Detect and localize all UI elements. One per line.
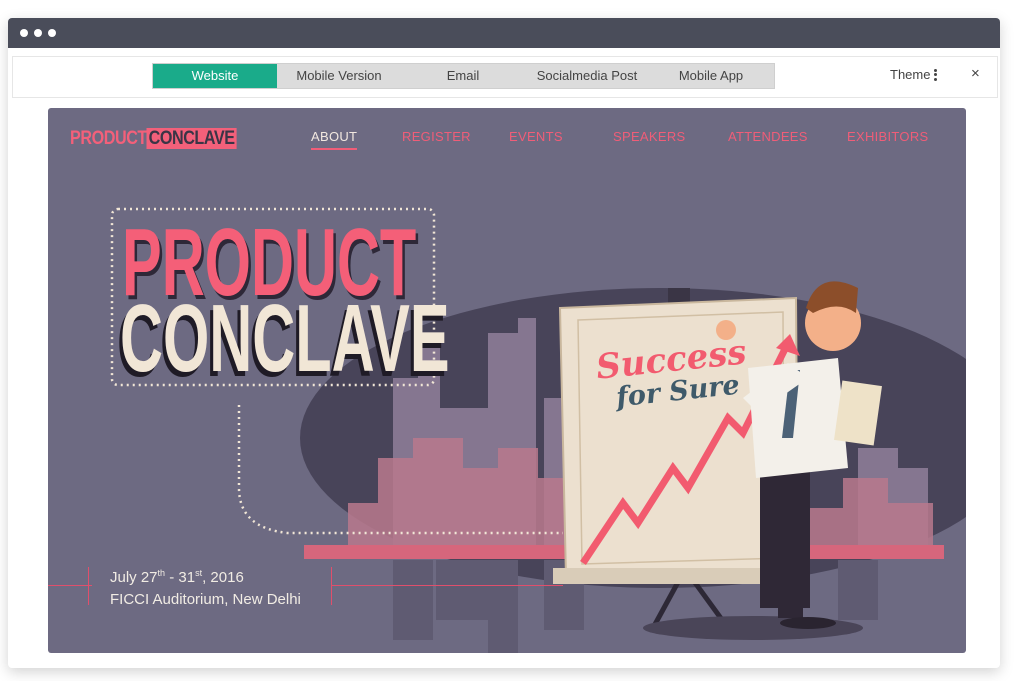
divider-line-left xyxy=(48,585,92,586)
menu-dots-icon xyxy=(934,67,938,82)
logo-part-product: PRODUCT xyxy=(70,128,147,149)
nav-register[interactable]: REGISTER xyxy=(402,129,471,144)
website-preview: PRODUCTCONCLAVE ABOUT REGISTER EVENTS SP… xyxy=(48,108,966,653)
nav-speakers[interactable]: SPEAKERS xyxy=(613,129,685,144)
divider-tick-right xyxy=(331,567,332,605)
site-logo[interactable]: PRODUCTCONCLAVE xyxy=(70,128,237,150)
event-details: July 27th - 31st, 2016 FICCI Auditorium,… xyxy=(110,562,301,611)
browser-window: Website Mobile Version Email Socialmedia… xyxy=(8,18,1000,668)
window-dot-icon xyxy=(48,29,56,37)
tab-website[interactable]: Website xyxy=(153,64,277,88)
event-date-end: - 31 xyxy=(165,569,196,586)
preview-toolbar: Website Mobile Version Email Socialmedia… xyxy=(12,56,998,98)
tab-email[interactable]: Email xyxy=(401,64,525,88)
nav-attendees[interactable]: ATTENDEES xyxy=(728,129,808,144)
nav-events[interactable]: EVENTS xyxy=(509,129,563,144)
close-icon: × xyxy=(971,65,980,82)
event-date: July 27th - 31st, 2016 xyxy=(110,562,301,589)
event-date-year: , 2016 xyxy=(202,569,244,586)
event-date-start-suffix: th xyxy=(157,568,166,578)
logo-part-conclave: CONCLAVE xyxy=(146,128,237,149)
theme-label: Theme xyxy=(890,67,931,82)
nav-exhibitors[interactable]: EXHIBITORS xyxy=(847,129,929,144)
preview-tabs: Website Mobile Version Email Socialmedia… xyxy=(152,63,775,89)
tab-socialmedia-post[interactable]: Socialmedia Post xyxy=(525,64,649,88)
title-bar xyxy=(8,18,1000,48)
tab-mobile-version[interactable]: Mobile Version xyxy=(277,64,401,88)
window-dot-icon xyxy=(34,29,42,37)
headline-line-2: CONCLAVE xyxy=(120,285,450,392)
close-button[interactable]: × xyxy=(971,65,980,82)
theme-menu-button[interactable]: Theme xyxy=(890,67,938,82)
tab-mobile-app[interactable]: Mobile App xyxy=(649,64,773,88)
event-venue: FICCI Auditorium, New Delhi xyxy=(110,591,301,608)
divider-line-right xyxy=(331,585,563,586)
divider-tick-left xyxy=(88,567,89,605)
event-date-start: July 27 xyxy=(110,569,158,586)
window-dot-icon xyxy=(20,29,28,37)
nav-about[interactable]: ABOUT xyxy=(311,129,358,150)
